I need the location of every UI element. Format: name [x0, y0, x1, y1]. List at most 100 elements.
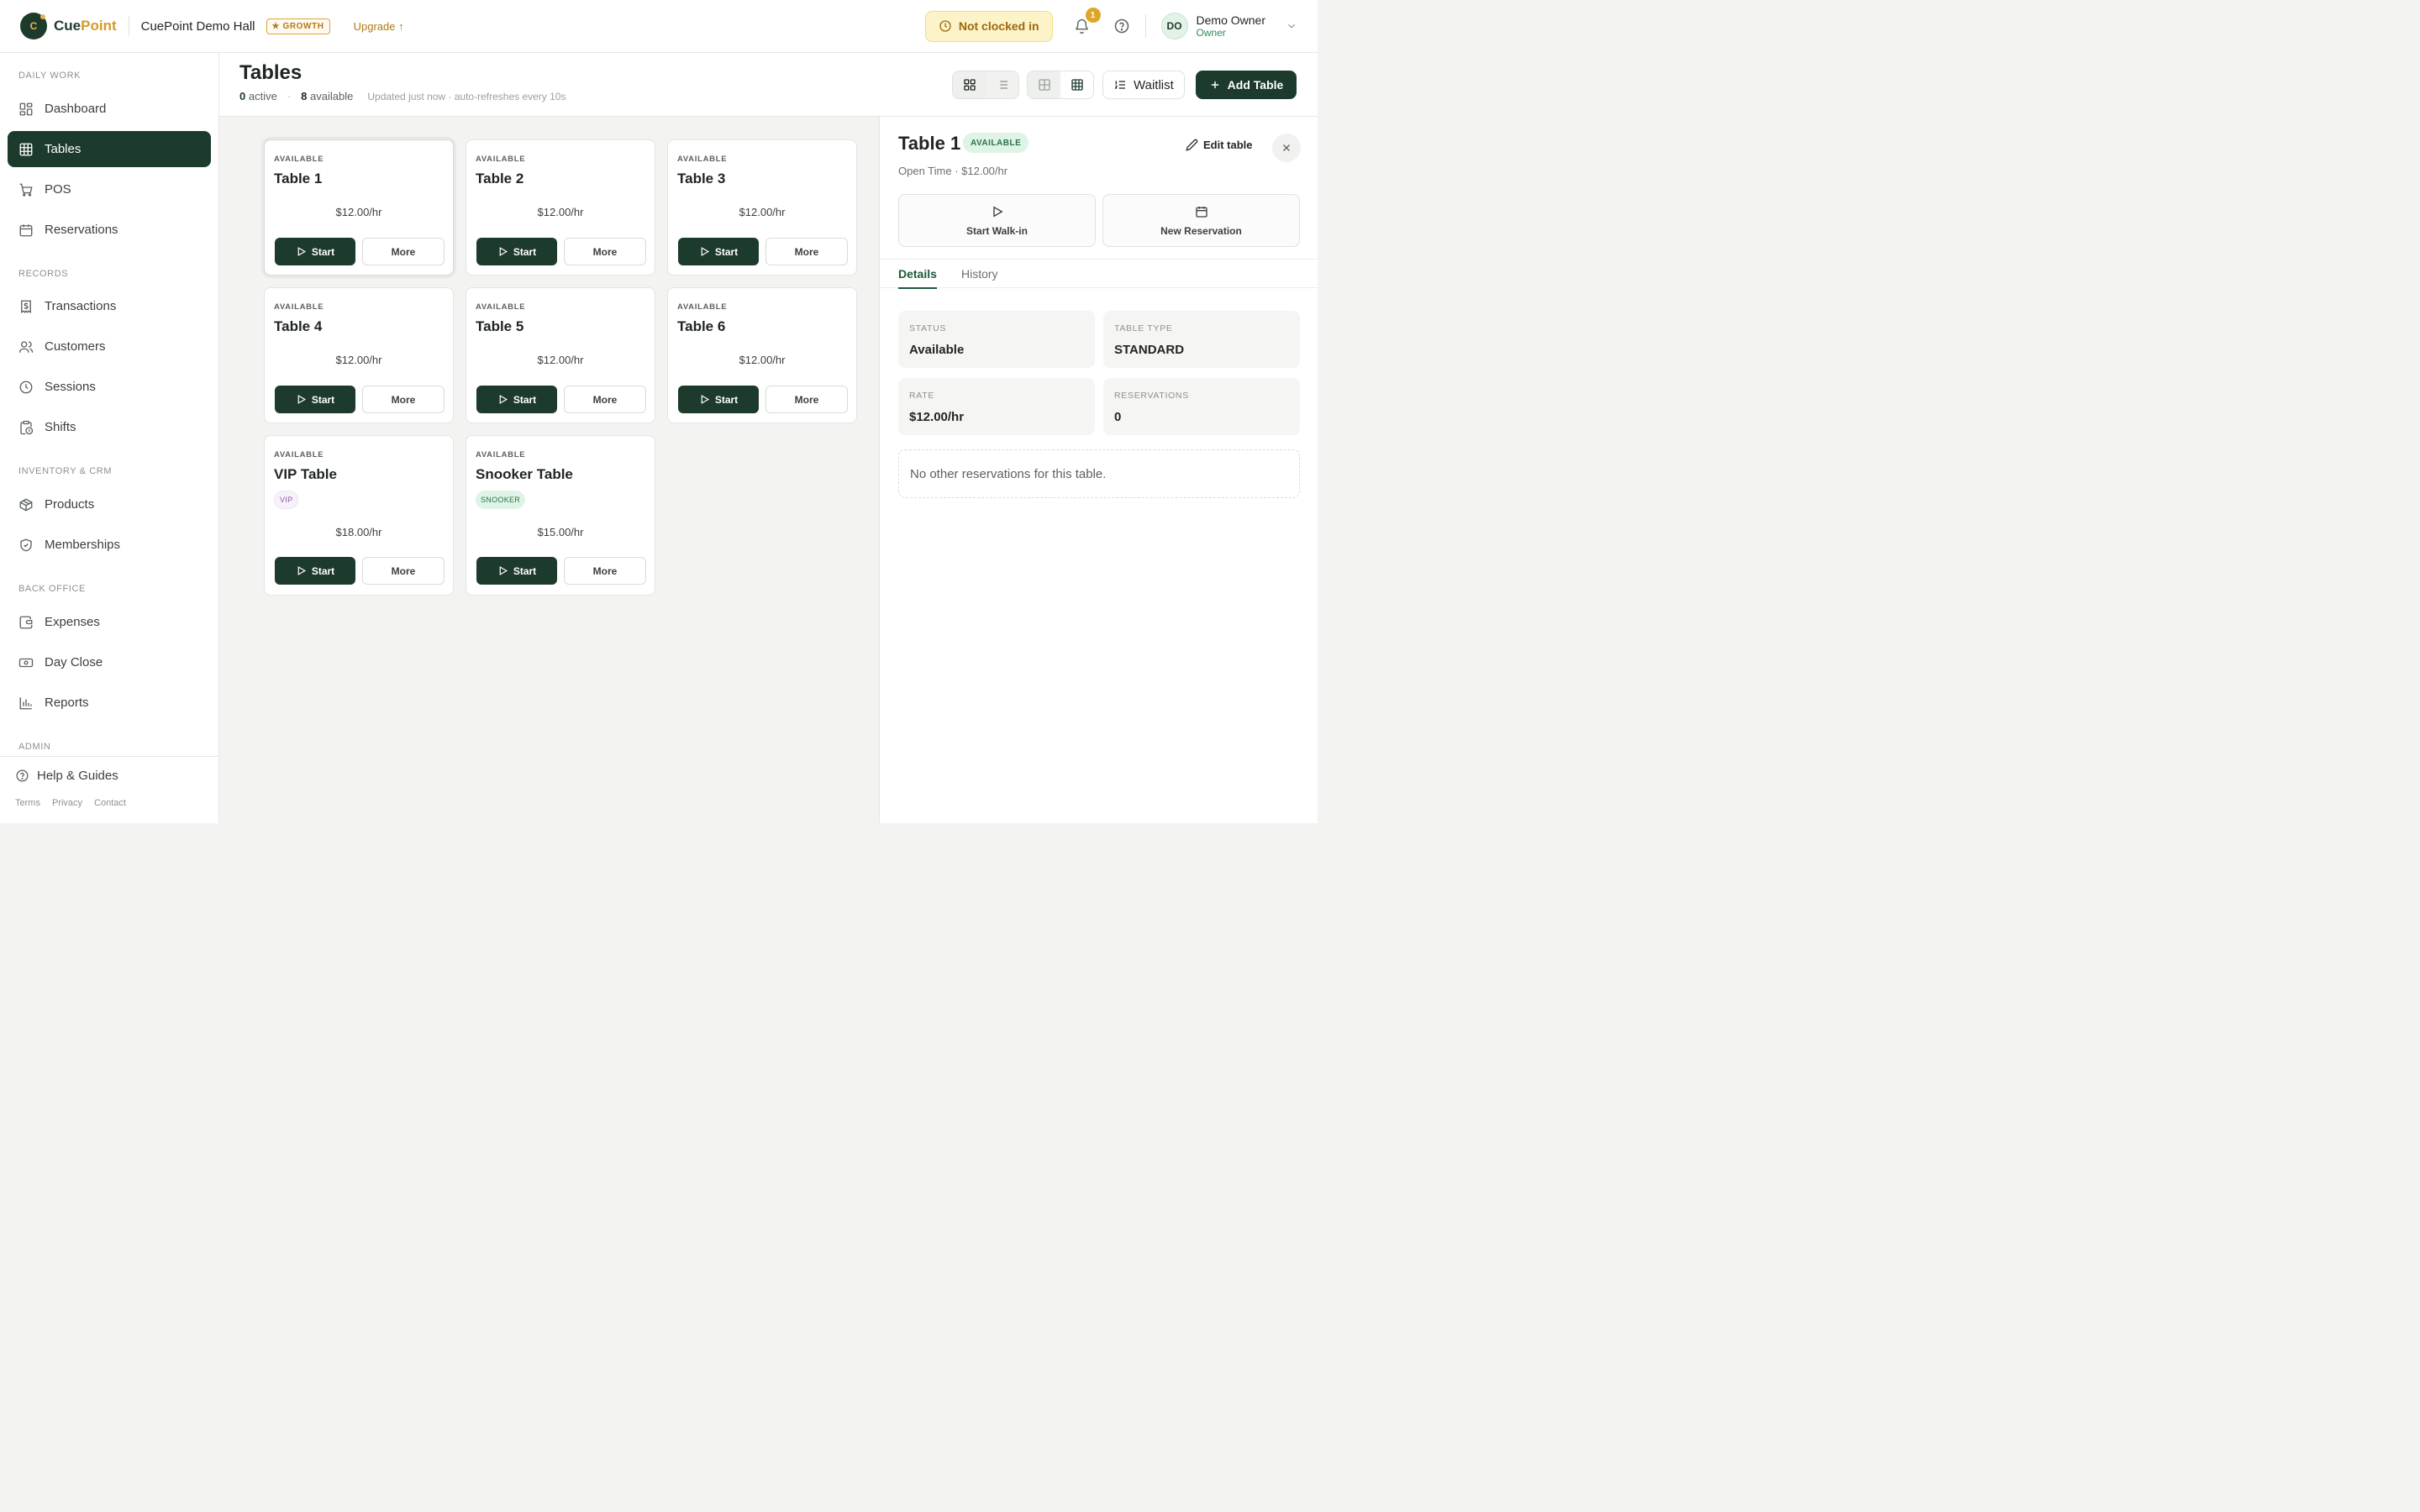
- section-back-office: BACK OFFICE: [18, 584, 86, 594]
- calendar-icon: [19, 223, 33, 236]
- table-rate: $15.00/hr: [537, 526, 584, 538]
- clock-status-button[interactable]: Not clocked in: [924, 10, 1053, 42]
- start-session-button[interactable]: Start: [476, 557, 557, 585]
- sidebar-item-shifts[interactable]: Shifts: [8, 409, 211, 445]
- section-records: RECORDS: [18, 269, 69, 279]
- sidebar-item-dashboard[interactable]: Dashboard: [8, 91, 211, 127]
- tab-history[interactable]: History: [961, 267, 998, 281]
- help-guides-link[interactable]: Help & Guides: [15, 769, 118, 783]
- sidebar-item-reports[interactable]: Reports: [8, 685, 211, 721]
- start-session-button[interactable]: Start: [476, 238, 557, 265]
- start-session-button[interactable]: Start: [678, 238, 759, 265]
- sidebar: DAILY WORK Dashboard Tables POS Reservat…: [0, 53, 219, 823]
- user-menu[interactable]: DO Demo Owner Owner: [1160, 13, 1297, 39]
- start-label: Start: [513, 245, 537, 258]
- start-session-button[interactable]: Start: [678, 386, 759, 413]
- notifications-button[interactable]: 1: [1071, 8, 1101, 37]
- more-label: More: [391, 393, 416, 406]
- table-rate: $12.00/hr: [537, 354, 584, 366]
- more-button[interactable]: More: [564, 238, 646, 265]
- list-icon: [997, 81, 1007, 89]
- more-button[interactable]: More: [362, 238, 445, 265]
- waitlist-button[interactable]: Waitlist: [1102, 71, 1185, 99]
- sidebar-item-reservations[interactable]: Reservations: [8, 212, 211, 248]
- more-button[interactable]: More: [362, 557, 445, 585]
- layout-toggle: [1027, 71, 1094, 99]
- refresh-status: Updated just now · auto-refreshes every …: [367, 90, 566, 102]
- detail-subtitle: Open Time · $12.00/hr: [898, 165, 1008, 177]
- grid-layout-button[interactable]: [1060, 71, 1093, 98]
- edit-table-button[interactable]: Edit table: [1186, 139, 1253, 151]
- play-icon: [297, 566, 306, 575]
- sidebar-item-customers[interactable]: Customers: [8, 328, 211, 365]
- privacy-link[interactable]: Privacy: [52, 798, 82, 808]
- sidebar-item-pos[interactable]: POS: [8, 171, 211, 207]
- more-button[interactable]: More: [362, 386, 445, 413]
- info-value: $12.00/hr: [909, 410, 965, 424]
- table-card[interactable]: AVAILABLE Table 3 $12.00/hr Start More: [667, 139, 857, 276]
- table-card[interactable]: AVAILABLE Table 6 $12.00/hr Start More: [667, 287, 857, 423]
- sidebar-item-transactions[interactable]: Transactions: [8, 288, 211, 324]
- more-button[interactable]: More: [765, 238, 848, 265]
- table-card[interactable]: AVAILABLE Table 5 $12.00/hr Start More: [466, 287, 655, 423]
- card-view-button[interactable]: [953, 71, 986, 98]
- start-session-button[interactable]: Start: [476, 386, 557, 413]
- sidebar-item-expenses[interactable]: Expenses: [8, 604, 211, 640]
- table-card[interactable]: AVAILABLE Table 4 $12.00/hr Start More: [264, 287, 454, 423]
- tab-details[interactable]: Details: [898, 267, 937, 289]
- terms-link[interactable]: Terms: [15, 798, 40, 808]
- table-name: Table 5: [476, 318, 524, 334]
- table-type-tag: SNOOKER: [476, 491, 526, 509]
- table-card[interactable]: AVAILABLE Table 2 $12.00/hr Start More: [466, 139, 655, 276]
- list-view-button[interactable]: [986, 71, 1018, 98]
- play-icon: [499, 247, 508, 256]
- help-icon: [16, 769, 29, 782]
- sidebar-item-label: Tables: [45, 142, 82, 156]
- new-reservation-button[interactable]: New Reservation: [1102, 194, 1300, 247]
- more-button[interactable]: More: [564, 557, 646, 585]
- table-card[interactable]: AVAILABLE VIP Table VIP $18.00/hr Start More: [264, 435, 454, 596]
- wallet-icon: [19, 616, 33, 628]
- table-status: AVAILABLE: [274, 155, 324, 164]
- sidebar-item-label: Dashboard: [45, 102, 107, 116]
- sidebar-item-tables[interactable]: Tables: [8, 131, 211, 167]
- table-rate: $12.00/hr: [335, 354, 382, 366]
- help-guides-label: Help & Guides: [37, 769, 118, 783]
- active-count: 0: [239, 90, 246, 102]
- floor-layout-button[interactable]: [1028, 71, 1060, 98]
- start-walkin-button[interactable]: Start Walk-in: [898, 194, 1096, 247]
- avatar: DO: [1160, 13, 1188, 39]
- sidebar-item-day-close[interactable]: Day Close: [8, 644, 211, 680]
- start-session-button[interactable]: Start: [275, 557, 355, 585]
- start-label: Start: [714, 393, 739, 406]
- table-card[interactable]: AVAILABLE Table 1 $12.00/hr Start More: [264, 139, 454, 276]
- add-table-button[interactable]: Add Table: [1196, 71, 1297, 99]
- contact-link[interactable]: Contact: [94, 798, 126, 808]
- close-icon: [1283, 144, 1290, 151]
- logo-text-part2: Point: [81, 18, 117, 34]
- more-label: More: [794, 245, 819, 258]
- available-label: available: [310, 90, 354, 102]
- more-button[interactable]: More: [564, 386, 646, 413]
- app-logo[interactable]: C CuePoint: [20, 13, 117, 39]
- bar-chart-icon: [19, 696, 32, 709]
- table-status: AVAILABLE: [677, 302, 728, 312]
- upgrade-link[interactable]: Upgrade ↑: [354, 20, 404, 33]
- more-button[interactable]: More: [765, 386, 848, 413]
- section-daily-work: DAILY WORK: [18, 71, 82, 81]
- page-title: Tables: [239, 61, 302, 84]
- sidebar-item-memberships[interactable]: Memberships: [8, 527, 211, 563]
- table-rate: $12.00/hr: [537, 206, 584, 218]
- start-session-button[interactable]: Start: [275, 238, 355, 265]
- close-panel-button[interactable]: [1272, 134, 1301, 162]
- table-card[interactable]: AVAILABLE Snooker Table SNOOKER $15.00/hr St…: [466, 435, 655, 596]
- sidebar-item-products[interactable]: Products: [8, 486, 211, 522]
- sidebar-item-sessions[interactable]: Sessions: [8, 369, 211, 405]
- start-session-button[interactable]: Start: [275, 386, 355, 413]
- page-summary: 0 active · 8 available Updated just now …: [239, 90, 566, 102]
- top-bar: C CuePoint CuePoint Demo Hall ★ GROWTH U…: [0, 0, 1318, 53]
- view-toggle: [952, 71, 1019, 99]
- clock-icon: [939, 20, 951, 32]
- start-label: Start: [714, 245, 739, 258]
- help-button[interactable]: [1113, 18, 1130, 34]
